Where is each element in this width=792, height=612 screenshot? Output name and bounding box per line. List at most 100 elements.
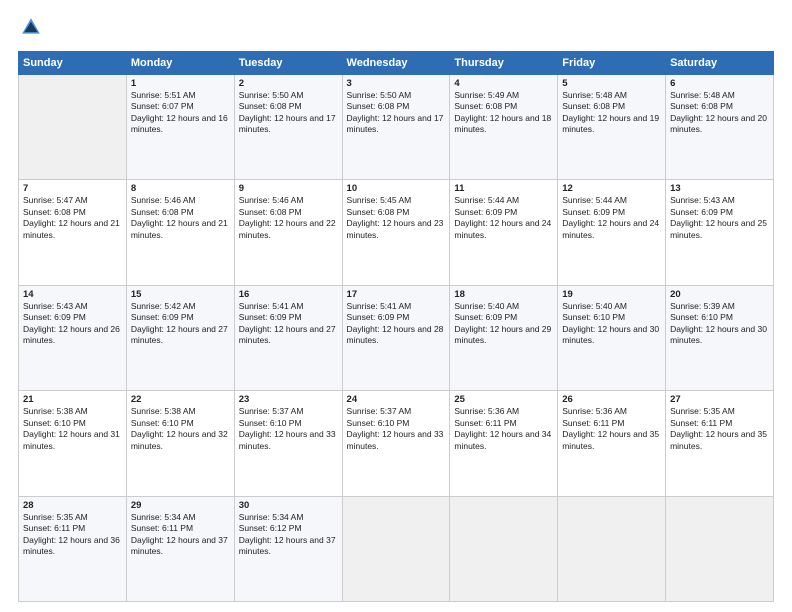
daylight: Daylight: 12 hours and 20 minutes. — [670, 113, 769, 136]
sunset: Sunset: 6:08 PM — [239, 101, 338, 112]
sunset: Sunset: 6:11 PM — [23, 523, 122, 534]
day-number: 25 — [454, 394, 553, 405]
sunrise: Sunrise: 5:51 AM — [131, 90, 230, 101]
day-number: 6 — [670, 78, 769, 89]
cell-content: Sunrise: 5:40 AMSunset: 6:09 PMDaylight:… — [454, 301, 553, 347]
calendar-cell: 20Sunrise: 5:39 AMSunset: 6:10 PMDayligh… — [666, 285, 774, 390]
daylight: Daylight: 12 hours and 17 minutes. — [347, 113, 446, 136]
week-row-4: 21Sunrise: 5:38 AMSunset: 6:10 PMDayligh… — [19, 391, 774, 496]
calendar-cell: 23Sunrise: 5:37 AMSunset: 6:10 PMDayligh… — [234, 391, 342, 496]
weekday-header-friday: Friday — [558, 52, 666, 75]
day-number: 10 — [347, 183, 446, 194]
day-number: 1 — [131, 78, 230, 89]
sunset: Sunset: 6:08 PM — [347, 101, 446, 112]
daylight: Daylight: 12 hours and 37 minutes. — [131, 535, 230, 558]
calendar-cell: 12Sunrise: 5:44 AMSunset: 6:09 PMDayligh… — [558, 180, 666, 285]
calendar-page: SundayMondayTuesdayWednesdayThursdayFrid… — [0, 0, 792, 612]
calendar-cell: 26Sunrise: 5:36 AMSunset: 6:11 PMDayligh… — [558, 391, 666, 496]
calendar-cell: 2Sunrise: 5:50 AMSunset: 6:08 PMDaylight… — [234, 75, 342, 180]
cell-content: Sunrise: 5:51 AMSunset: 6:07 PMDaylight:… — [131, 90, 230, 136]
sunset: Sunset: 6:09 PM — [131, 312, 230, 323]
calendar-cell: 5Sunrise: 5:48 AMSunset: 6:08 PMDaylight… — [558, 75, 666, 180]
daylight: Daylight: 12 hours and 21 minutes. — [131, 218, 230, 241]
sunrise: Sunrise: 5:49 AM — [454, 90, 553, 101]
cell-content: Sunrise: 5:40 AMSunset: 6:10 PMDaylight:… — [562, 301, 661, 347]
sunset: Sunset: 6:10 PM — [23, 418, 122, 429]
sunset: Sunset: 6:08 PM — [239, 207, 338, 218]
weekday-header-wednesday: Wednesday — [342, 52, 450, 75]
day-number: 22 — [131, 394, 230, 405]
cell-content: Sunrise: 5:38 AMSunset: 6:10 PMDaylight:… — [23, 406, 122, 452]
sunrise: Sunrise: 5:35 AM — [670, 406, 769, 417]
sunset: Sunset: 6:08 PM — [23, 207, 122, 218]
sunset: Sunset: 6:09 PM — [670, 207, 769, 218]
sunrise: Sunrise: 5:48 AM — [562, 90, 661, 101]
calendar-cell: 14Sunrise: 5:43 AMSunset: 6:09 PMDayligh… — [19, 285, 127, 390]
cell-content: Sunrise: 5:45 AMSunset: 6:08 PMDaylight:… — [347, 195, 446, 241]
weekday-header-sunday: Sunday — [19, 52, 127, 75]
day-number: 30 — [239, 500, 338, 511]
day-number: 11 — [454, 183, 553, 194]
calendar-cell: 24Sunrise: 5:37 AMSunset: 6:10 PMDayligh… — [342, 391, 450, 496]
day-number: 7 — [23, 183, 122, 194]
cell-content: Sunrise: 5:44 AMSunset: 6:09 PMDaylight:… — [454, 195, 553, 241]
cell-content: Sunrise: 5:50 AMSunset: 6:08 PMDaylight:… — [347, 90, 446, 136]
sunrise: Sunrise: 5:34 AM — [131, 512, 230, 523]
sunrise: Sunrise: 5:45 AM — [347, 195, 446, 206]
sunrise: Sunrise: 5:43 AM — [23, 301, 122, 312]
sunrise: Sunrise: 5:35 AM — [23, 512, 122, 523]
calendar-cell — [19, 75, 127, 180]
cell-content: Sunrise: 5:41 AMSunset: 6:09 PMDaylight:… — [239, 301, 338, 347]
sunset: Sunset: 6:09 PM — [239, 312, 338, 323]
day-number: 13 — [670, 183, 769, 194]
sunrise: Sunrise: 5:44 AM — [454, 195, 553, 206]
calendar-cell: 30Sunrise: 5:34 AMSunset: 6:12 PMDayligh… — [234, 496, 342, 601]
cell-content: Sunrise: 5:49 AMSunset: 6:08 PMDaylight:… — [454, 90, 553, 136]
daylight: Daylight: 12 hours and 33 minutes. — [347, 429, 446, 452]
daylight: Daylight: 12 hours and 17 minutes. — [239, 113, 338, 136]
cell-content: Sunrise: 5:47 AMSunset: 6:08 PMDaylight:… — [23, 195, 122, 241]
calendar-cell — [666, 496, 774, 601]
daylight: Daylight: 12 hours and 23 minutes. — [347, 218, 446, 241]
sunset: Sunset: 6:12 PM — [239, 523, 338, 534]
day-number: 12 — [562, 183, 661, 194]
day-number: 4 — [454, 78, 553, 89]
sunset: Sunset: 6:10 PM — [562, 312, 661, 323]
sunrise: Sunrise: 5:46 AM — [131, 195, 230, 206]
daylight: Daylight: 12 hours and 35 minutes. — [562, 429, 661, 452]
daylight: Daylight: 12 hours and 24 minutes. — [454, 218, 553, 241]
cell-content: Sunrise: 5:43 AMSunset: 6:09 PMDaylight:… — [23, 301, 122, 347]
daylight: Daylight: 12 hours and 21 minutes. — [23, 218, 122, 241]
sunset: Sunset: 6:10 PM — [347, 418, 446, 429]
sunset: Sunset: 6:10 PM — [239, 418, 338, 429]
sunrise: Sunrise: 5:40 AM — [562, 301, 661, 312]
calendar-cell — [558, 496, 666, 601]
daylight: Daylight: 12 hours and 26 minutes. — [23, 324, 122, 347]
calendar-cell: 7Sunrise: 5:47 AMSunset: 6:08 PMDaylight… — [19, 180, 127, 285]
sunset: Sunset: 6:11 PM — [131, 523, 230, 534]
cell-content: Sunrise: 5:35 AMSunset: 6:11 PMDaylight:… — [23, 512, 122, 558]
calendar-cell: 4Sunrise: 5:49 AMSunset: 6:08 PMDaylight… — [450, 75, 558, 180]
sunrise: Sunrise: 5:47 AM — [23, 195, 122, 206]
sunrise: Sunrise: 5:40 AM — [454, 301, 553, 312]
cell-content: Sunrise: 5:46 AMSunset: 6:08 PMDaylight:… — [131, 195, 230, 241]
daylight: Daylight: 12 hours and 27 minutes. — [131, 324, 230, 347]
calendar-cell: 17Sunrise: 5:41 AMSunset: 6:09 PMDayligh… — [342, 285, 450, 390]
daylight: Daylight: 12 hours and 25 minutes. — [670, 218, 769, 241]
sunrise: Sunrise: 5:36 AM — [562, 406, 661, 417]
sunset: Sunset: 6:09 PM — [562, 207, 661, 218]
sunrise: Sunrise: 5:48 AM — [670, 90, 769, 101]
sunset: Sunset: 6:11 PM — [670, 418, 769, 429]
day-number: 17 — [347, 289, 446, 300]
calendar-cell: 11Sunrise: 5:44 AMSunset: 6:09 PMDayligh… — [450, 180, 558, 285]
cell-content: Sunrise: 5:48 AMSunset: 6:08 PMDaylight:… — [562, 90, 661, 136]
logo-icon — [20, 16, 42, 38]
daylight: Daylight: 12 hours and 37 minutes. — [239, 535, 338, 558]
sunrise: Sunrise: 5:41 AM — [239, 301, 338, 312]
daylight: Daylight: 12 hours and 24 minutes. — [562, 218, 661, 241]
cell-content: Sunrise: 5:36 AMSunset: 6:11 PMDaylight:… — [562, 406, 661, 452]
day-number: 9 — [239, 183, 338, 194]
sunrise: Sunrise: 5:39 AM — [670, 301, 769, 312]
week-row-5: 28Sunrise: 5:35 AMSunset: 6:11 PMDayligh… — [19, 496, 774, 601]
daylight: Daylight: 12 hours and 30 minutes. — [670, 324, 769, 347]
